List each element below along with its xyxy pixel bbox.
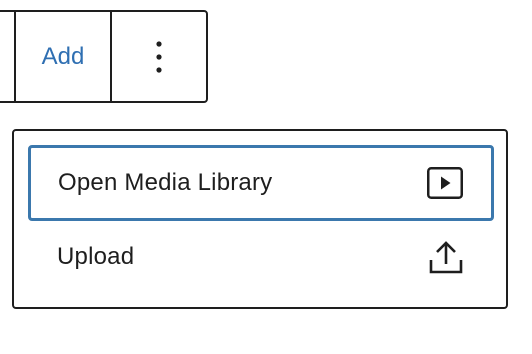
media-replace-ui: Add Open Media Library Upload <box>0 0 532 354</box>
menu-item-label: Open Media Library <box>58 169 273 196</box>
media-play-icon <box>427 167 463 199</box>
media-dropdown-menu: Open Media Library Upload <box>12 129 508 309</box>
more-vertical-icon <box>155 40 163 74</box>
menu-item-label: Upload <box>57 243 135 270</box>
menu-item-open-media-library[interactable]: Open Media Library <box>28 145 494 221</box>
more-options-button[interactable] <box>112 12 206 101</box>
upload-icon <box>429 240 463 274</box>
menu-item-upload[interactable]: Upload <box>28 219 494 295</box>
add-button[interactable]: Add <box>16 12 110 101</box>
